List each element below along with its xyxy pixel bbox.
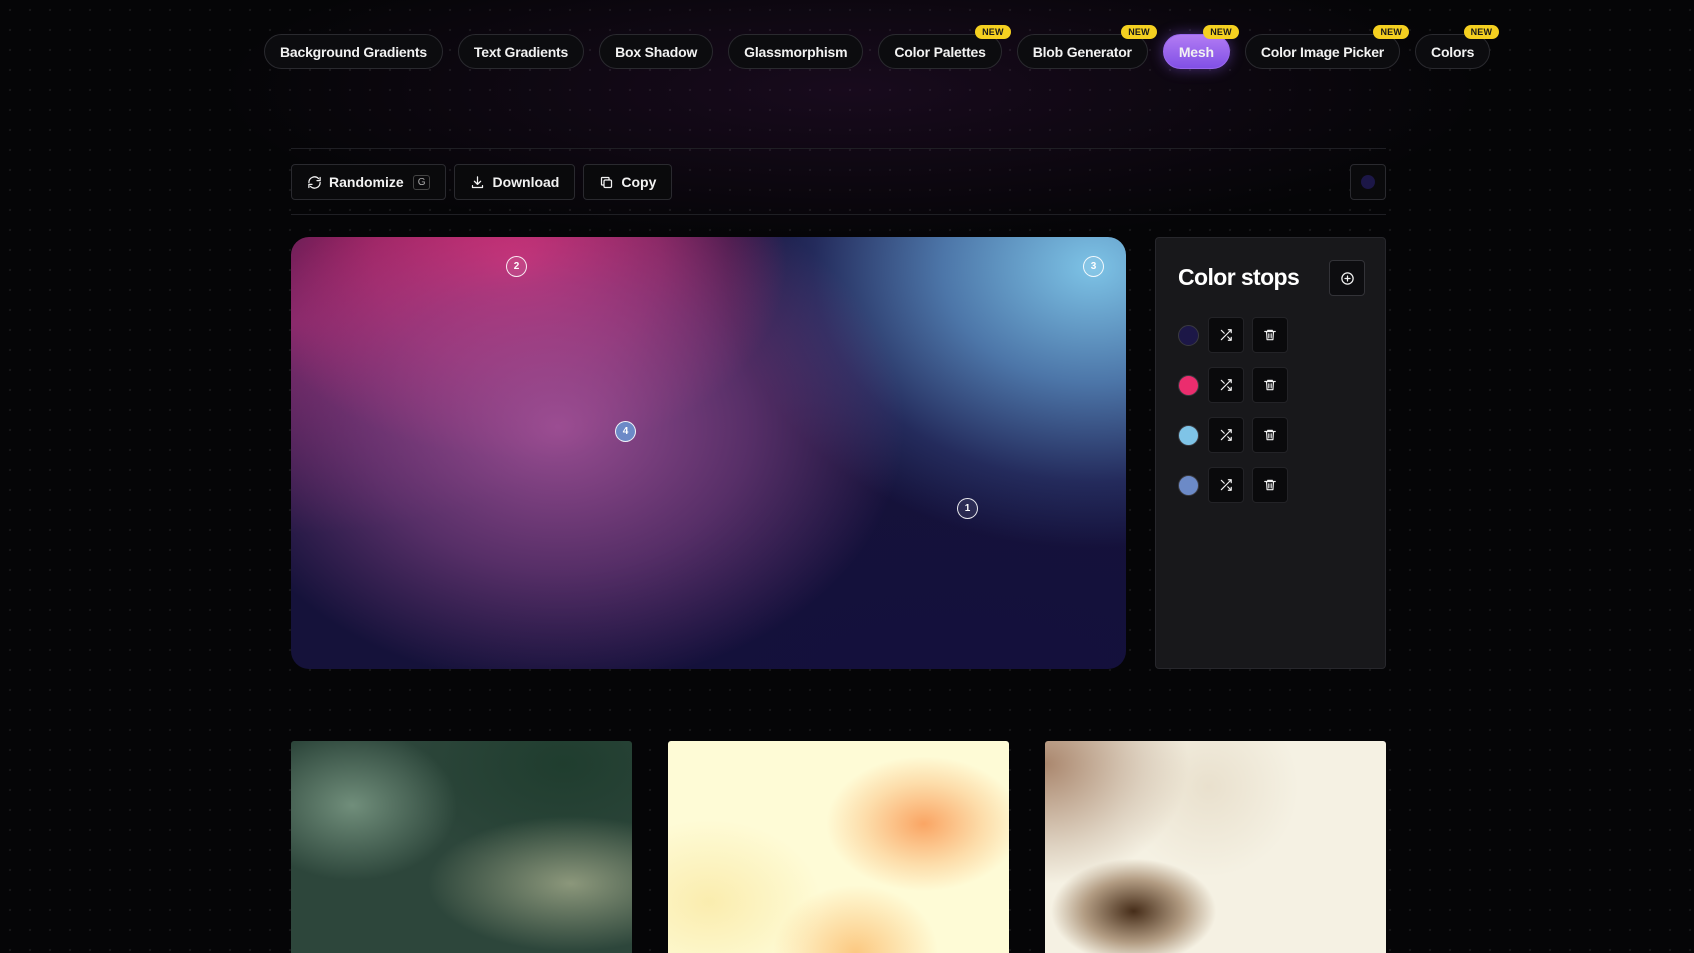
shuffle-color-button[interactable] xyxy=(1208,317,1244,353)
toolbar-divider-bottom xyxy=(291,214,1386,215)
add-color-stop-button[interactable] xyxy=(1329,260,1365,296)
plus-circle-icon xyxy=(1340,271,1354,285)
download-button[interactable]: Download xyxy=(454,164,576,200)
shuffle-color-button[interactable] xyxy=(1208,417,1244,453)
new-badge: NEW xyxy=(1121,25,1157,39)
shortcut-key: G xyxy=(412,174,431,190)
trash-icon xyxy=(1264,479,1276,491)
mesh-handle-2[interactable]: 2 xyxy=(506,256,527,277)
shuffle-icon xyxy=(1220,479,1232,491)
download-icon xyxy=(472,175,484,188)
nav-text-gradients[interactable]: Text Gradients xyxy=(457,34,585,69)
color-stop-row xyxy=(1178,367,1288,403)
trash-icon xyxy=(1264,379,1276,391)
nav-mesh[interactable]: Mesh NEW xyxy=(1162,25,1239,69)
tool-nav: Background Gradients Text Gradients Box … xyxy=(264,25,1500,69)
nav-box-shadow[interactable]: Box Shadow xyxy=(599,34,714,69)
shuffle-color-button[interactable] xyxy=(1208,467,1244,503)
background-color-swatch xyxy=(1361,175,1375,189)
mesh-handle-4[interactable]: 4 xyxy=(615,421,636,442)
color-stop-swatch[interactable] xyxy=(1178,474,1199,496)
copy-icon xyxy=(601,176,613,188)
color-stops-panel: Color stops xyxy=(1155,237,1386,669)
nav-background-gradients[interactable]: Background Gradients xyxy=(264,34,443,69)
delete-color-button[interactable] xyxy=(1252,367,1288,403)
toolbar: Randomize G Download Copy xyxy=(291,164,1386,200)
delete-color-button[interactable] xyxy=(1252,317,1288,353)
delete-color-button[interactable] xyxy=(1252,417,1288,453)
delete-color-button[interactable] xyxy=(1252,467,1288,503)
color-stop-row xyxy=(1178,417,1288,453)
nav-colors[interactable]: Colors NEW xyxy=(1415,25,1500,69)
shuffle-icon xyxy=(1220,429,1232,441)
mesh-gradient-canvas[interactable]: 2 3 4 1 xyxy=(291,237,1126,669)
shuffle-color-button[interactable] xyxy=(1208,367,1244,403)
new-badge: NEW xyxy=(975,25,1011,39)
color-stop-swatch[interactable] xyxy=(1178,424,1199,446)
nav-blob-generator[interactable]: Blob Generator NEW xyxy=(1016,25,1157,69)
nav-glassmorphism[interactable]: Glassmorphism xyxy=(728,34,864,69)
shuffle-icon xyxy=(1220,379,1232,391)
refresh-icon xyxy=(308,175,321,189)
mesh-handle-1[interactable]: 1 xyxy=(957,498,978,519)
color-stop-row xyxy=(1178,317,1288,353)
color-stop-row xyxy=(1178,467,1288,503)
color-stop-swatch[interactable] xyxy=(1178,374,1199,396)
trash-icon xyxy=(1264,429,1276,441)
nav-color-image-picker[interactable]: Color Image Picker NEW xyxy=(1244,25,1410,69)
mesh-handle-3[interactable]: 3 xyxy=(1083,256,1104,277)
new-badge: NEW xyxy=(1373,25,1410,39)
preset-card-beige-brown-mesh[interactable] xyxy=(1045,741,1386,953)
preset-card-green-mesh[interactable] xyxy=(291,741,632,953)
copy-button[interactable]: Copy xyxy=(583,164,673,200)
trash-icon xyxy=(1264,329,1276,341)
shuffle-icon xyxy=(1220,329,1232,341)
nav-color-palettes[interactable]: Color Palettes NEW xyxy=(878,25,1011,69)
toolbar-divider-top xyxy=(291,148,1386,149)
color-stop-swatch[interactable] xyxy=(1178,324,1199,346)
randomize-button[interactable]: Randomize G xyxy=(291,164,447,200)
preset-card-cream-peach-mesh[interactable] xyxy=(668,741,1009,953)
new-badge: NEW xyxy=(1463,25,1500,39)
new-badge: NEW xyxy=(1203,25,1239,39)
panel-title: Color stops xyxy=(1178,264,1300,290)
background-color-button[interactable] xyxy=(1350,164,1386,200)
